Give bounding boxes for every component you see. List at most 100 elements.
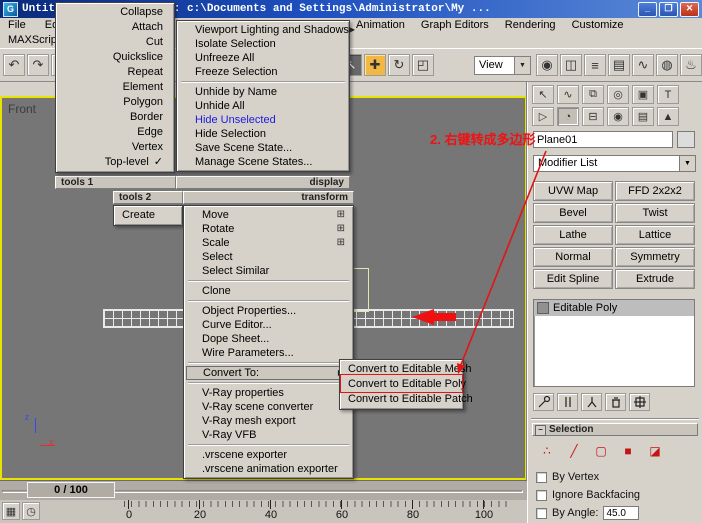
by-angle-input[interactable] xyxy=(603,506,639,520)
menu-item-vray-mesh-export[interactable]: V-Ray mesh export xyxy=(186,414,351,428)
menu-item-border[interactable]: Border xyxy=(58,110,172,125)
menu-item-edge[interactable]: Edge xyxy=(58,125,172,140)
tab-utilities-icon[interactable]: ▲ xyxy=(657,107,679,126)
tab-motion-icon[interactable]: ◉ xyxy=(607,107,629,126)
viewport-label[interactable]: Front xyxy=(8,102,36,116)
menu-item-freeze-selection[interactable]: Freeze Selection xyxy=(179,65,347,79)
border-icon[interactable]: ▢ xyxy=(590,442,612,459)
menu-item-dope-sheet[interactable]: Dope Sheet... xyxy=(186,332,351,346)
remove-modifier-icon[interactable] xyxy=(605,393,626,411)
select-and-move-icon[interactable]: ✚ xyxy=(364,54,386,76)
menu-item-unhide-all[interactable]: Unhide All xyxy=(179,99,347,113)
menu-item-unhide-by-name[interactable]: Unhide by Name xyxy=(179,85,347,99)
vertex-icon[interactable]: ∴ xyxy=(536,442,558,459)
make-unique-icon[interactable] xyxy=(581,393,602,411)
menu-item-object-properties[interactable]: Object Properties... xyxy=(186,304,351,318)
menu-file[interactable]: File xyxy=(0,18,34,31)
selection-rollout-header[interactable]: − Selection xyxy=(532,423,698,436)
schematic-view-icon[interactable]: ⧉ xyxy=(582,85,604,104)
menu-graph-editors[interactable]: Graph Editors xyxy=(413,18,497,31)
text-icon[interactable]: T xyxy=(657,85,679,104)
use-center-icon[interactable]: ◉ xyxy=(536,54,558,76)
menu-item-attach[interactable]: Attach xyxy=(58,20,172,35)
ffd-2x2x2-button[interactable]: FFD 2x2x2 xyxy=(615,181,695,201)
tab-hierarchy-icon[interactable]: ⊟ xyxy=(582,107,604,126)
stack-item-editable-poly[interactable]: Editable Poly xyxy=(534,300,694,316)
menu-item-convert-to[interactable]: Convert To: ▶ xyxy=(186,366,351,380)
menu-item-convert-editable-mesh[interactable]: Convert to Editable Mesh xyxy=(342,362,461,377)
select-and-scale-icon[interactable]: ◰ xyxy=(412,54,434,76)
frame-indicator[interactable]: 0 / 100 xyxy=(27,482,115,498)
menu-item-collapse[interactable]: Collapse xyxy=(58,5,172,20)
ignore-backfacing-checkbox[interactable] xyxy=(536,490,547,501)
menu-item-convert-editable-poly[interactable]: Convert to Editable Poly xyxy=(342,377,461,392)
maximize-button[interactable]: ❐ xyxy=(659,2,678,17)
menu-item-vray-scene-converter[interactable]: V-Ray scene converter xyxy=(186,400,351,414)
menu-item-unfreeze-all[interactable]: Unfreeze All xyxy=(179,51,347,65)
menu-item-rotate[interactable]: Rotate ⊞ xyxy=(186,222,351,236)
menu-item-top-level[interactable]: Top-level ✓ xyxy=(58,155,172,170)
tab-modify-icon[interactable]: ◔ xyxy=(557,107,579,126)
menu-item-convert-editable-patch[interactable]: Convert to Editable Patch xyxy=(342,392,461,407)
menu-item-hide-selection[interactable]: Hide Selection xyxy=(179,127,347,141)
edit-spline-button[interactable]: Edit Spline xyxy=(533,269,613,289)
tab-display-icon[interactable]: ▤ xyxy=(632,107,654,126)
chevron-down-icon[interactable]: ▼ xyxy=(679,156,695,171)
menu-item-vray-properties[interactable]: V-Ray properties xyxy=(186,386,351,400)
menu-item-quickslice[interactable]: Quickslice xyxy=(58,50,172,65)
show-end-result-icon[interactable] xyxy=(557,393,578,411)
by-angle-checkbox[interactable] xyxy=(536,508,547,519)
menu-item-create[interactable]: Create xyxy=(116,208,180,223)
lattice-button[interactable]: Lattice xyxy=(615,225,695,245)
object-name-field[interactable] xyxy=(533,131,673,148)
menu-item-scale[interactable]: Scale ⊞ xyxy=(186,236,351,250)
select-arrow-icon[interactable]: ↖ xyxy=(532,85,554,104)
reference-coordinate-dropdown[interactable]: View ▼ xyxy=(474,56,531,75)
menu-item-manage-scene-states[interactable]: Manage Scene States... xyxy=(179,155,347,169)
normal-button[interactable]: Normal xyxy=(533,247,613,267)
lathe-button[interactable]: Lathe xyxy=(533,225,613,245)
by-vertex-checkbox[interactable] xyxy=(536,472,547,483)
polygon-icon[interactable]: ■ xyxy=(617,442,639,459)
time-configuration-icon[interactable]: ▦ xyxy=(2,502,20,520)
collapse-rollout-icon[interactable]: − xyxy=(535,425,546,436)
menu-item-hide-unselected[interactable]: Hide Unselected xyxy=(179,113,347,127)
chevron-down-icon[interactable]: ▼ xyxy=(514,57,530,74)
curve-editor-icon[interactable]: ∿ xyxy=(632,54,654,76)
configure-modifier-sets-icon[interactable] xyxy=(629,393,650,411)
menu-item-vertex[interactable]: Vertex xyxy=(58,140,172,155)
menu-customize[interactable]: Customize xyxy=(564,18,632,31)
settings-box-icon[interactable]: ⊞ xyxy=(337,208,345,222)
menu-item-polygon[interactable]: Polygon xyxy=(58,95,172,110)
menu-item-repeat[interactable]: Repeat xyxy=(58,65,172,80)
settings-box-icon[interactable]: ⊞ xyxy=(337,236,345,250)
menu-item-wire-parameters[interactable]: Wire Parameters... xyxy=(186,346,351,360)
extrude-button[interactable]: Extrude xyxy=(615,269,695,289)
redo-icon[interactable]: ↷ xyxy=(27,54,49,76)
key-mode-icon[interactable]: ◷ xyxy=(22,502,40,520)
menu-item-clone[interactable]: Clone xyxy=(186,284,351,298)
mirror-icon[interactable]: ◫ xyxy=(560,54,582,76)
menu-item-vrscene-animation-exporter[interactable]: .vrscene animation exporter xyxy=(186,462,351,476)
edge-icon[interactable]: ╱ xyxy=(563,442,585,459)
select-and-rotate-icon[interactable]: ↻ xyxy=(388,54,410,76)
menu-item-save-scene-state[interactable]: Save Scene State... xyxy=(179,141,347,155)
menu-item-element[interactable]: Element xyxy=(58,80,172,95)
uvw-map-button[interactable]: UVW Map xyxy=(533,181,613,201)
rings-icon[interactable]: ◎ xyxy=(607,85,629,104)
modifier-list-dropdown[interactable]: Modifier List ▼ xyxy=(533,155,696,172)
pin-stack-icon[interactable] xyxy=(533,393,554,411)
settings-box-icon[interactable]: ⊞ xyxy=(337,222,345,236)
undo-icon[interactable]: ↶ xyxy=(3,54,25,76)
menu-item-cut[interactable]: Cut xyxy=(58,35,172,50)
menu-item-move[interactable]: Move ⊞ xyxy=(186,208,351,222)
minimize-button[interactable]: _ xyxy=(638,2,657,17)
symmetry-button[interactable]: Symmetry xyxy=(615,247,695,267)
element-icon[interactable]: ◪ xyxy=(644,442,666,459)
menu-rendering[interactable]: Rendering xyxy=(497,18,564,31)
object-color-swatch[interactable] xyxy=(677,131,695,148)
menu-item-isolate-selection[interactable]: Isolate Selection xyxy=(179,37,347,51)
twist-button[interactable]: Twist xyxy=(615,203,695,223)
menu-item-vrscene-exporter[interactable]: .vrscene exporter xyxy=(186,448,351,462)
material-editor-icon[interactable]: ◍ xyxy=(656,54,678,76)
